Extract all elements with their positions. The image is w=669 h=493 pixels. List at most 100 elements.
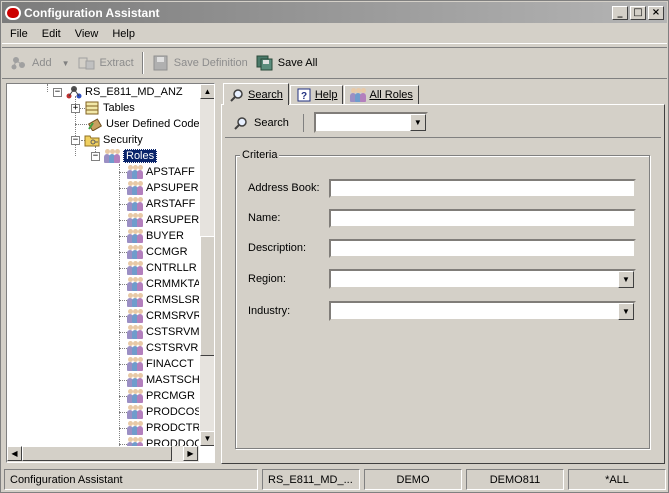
search-button[interactable]: Search <box>229 113 304 132</box>
tree-node-role[interactable]: CSTSRVMGR <box>127 324 199 340</box>
collapse-icon[interactable]: − <box>53 87 62 97</box>
tree-node-role[interactable]: ARSTAFF <box>127 196 195 212</box>
save-all-label: Save All <box>277 57 318 69</box>
tree-line <box>119 164 120 446</box>
tree-label-role: CNTRLLR <box>146 262 197 274</box>
navigation-tree[interactable]: − RS_E811_MD_ANZ + Tables User Defined C… <box>7 84 199 446</box>
tree-horizontal-scrollbar[interactable]: ◀ ▶ <box>7 446 199 462</box>
save-all-button[interactable]: Save All <box>256 55 318 71</box>
extract-button[interactable]: Extract <box>78 55 134 71</box>
tree-node-role[interactable]: APSUPER <box>127 180 199 196</box>
tree-label-role: BUYER <box>146 230 184 242</box>
chevron-down-icon[interactable]: ▼ <box>62 59 70 68</box>
tree-vertical-scrollbar[interactable]: ▲ ▼ <box>200 84 214 446</box>
industry-dropdown[interactable]: ▼ <box>329 301 636 321</box>
tree-node-role[interactable]: CCMGR <box>127 244 188 260</box>
chevron-down-icon[interactable]: ▼ <box>618 303 634 320</box>
tree-label-role: PRODCOST <box>146 406 199 418</box>
tree-node-role[interactable]: ARSUPER <box>127 212 199 228</box>
tab-search[interactable]: Search <box>223 83 289 105</box>
tree-line <box>119 412 127 413</box>
menu-edit[interactable]: Edit <box>34 28 67 40</box>
search-icon <box>233 116 249 130</box>
tab-all-roles[interactable]: All Roles <box>344 85 419 105</box>
window-title: Configuration Assistant <box>24 5 160 20</box>
description-label: Description: <box>248 242 307 254</box>
region-dropdown[interactable]: ▼ <box>329 269 636 289</box>
tree-node-role[interactable]: CRMSLSREP <box>127 292 199 308</box>
tree-node-role[interactable]: MASTSCHED <box>127 372 199 388</box>
role-icon <box>127 373 143 387</box>
tree-node-role[interactable]: CNTRLLR <box>127 260 197 276</box>
tab-search-label: Search <box>248 88 283 101</box>
tree-label-role: CRMMKTADM <box>146 278 199 290</box>
tab-strip: Search ? Help All Roles <box>223 83 420 105</box>
tree-node-role[interactable]: CRMSRVREP <box>127 308 199 324</box>
menu-help[interactable]: Help <box>104 28 141 40</box>
navigation-tree-panel: − RS_E811_MD_ANZ + Tables User Defined C… <box>6 83 215 463</box>
scroll-up-button[interactable]: ▲ <box>200 84 214 99</box>
name-field[interactable] <box>329 208 636 228</box>
menu-view[interactable]: View <box>67 28 105 40</box>
extract-label: Extract <box>99 57 134 69</box>
role-icon <box>127 405 143 419</box>
tree-label-role: CSTSRVMGR <box>146 326 199 338</box>
tree-node-role[interactable]: PRODDOC <box>127 436 199 446</box>
add-button[interactable]: Add ▼ <box>10 55 70 71</box>
tree-line <box>119 332 127 333</box>
search-tab-panel: Search ▼ Criteria Address Book: Name: De… <box>221 104 665 464</box>
description-field[interactable] <box>329 238 636 258</box>
tree-node-role[interactable]: PRODCOST <box>127 404 199 420</box>
collapse-icon[interactable]: − <box>91 151 100 161</box>
close-button[interactable]: × <box>648 5 664 20</box>
chevron-down-icon[interactable]: ▼ <box>409 114 426 131</box>
status-app: Configuration Assistant <box>4 469 258 490</box>
role-icon <box>127 389 143 403</box>
menu-file[interactable]: File <box>2 28 34 40</box>
save-definition-button[interactable]: Save Definition <box>152 55 248 71</box>
svg-text:?: ? <box>301 91 307 102</box>
description-row: Description: <box>248 238 638 258</box>
scroll-down-button[interactable]: ▼ <box>200 431 214 446</box>
chevron-down-icon[interactable]: ▼ <box>618 271 634 288</box>
collapse-icon[interactable]: − <box>71 135 80 145</box>
tree-node-role[interactable]: PRODCTRL <box>127 420 199 436</box>
tree-line <box>75 124 87 125</box>
tree-line <box>119 252 127 253</box>
expand-icon[interactable]: + <box>71 103 80 113</box>
save-all-icon <box>256 55 274 71</box>
add-icon <box>10 55 28 71</box>
tree-node-role[interactable]: CSTSRVREP <box>127 340 199 356</box>
tree-label-role: CRMSRVREP <box>146 310 199 322</box>
scroll-left-button[interactable]: ◀ <box>7 446 22 461</box>
tree-node-roles[interactable]: − Roles <box>91 148 158 164</box>
tree-label-role: PRCMGR <box>146 390 195 402</box>
tree-node-security[interactable]: − Security <box>71 132 143 148</box>
tree-node-role[interactable]: APSTAFF <box>127 164 195 180</box>
maximize-button[interactable]: □ <box>630 5 646 20</box>
search-type-combo[interactable]: ▼ <box>313 112 428 133</box>
tree-label-role: ARSTAFF <box>146 198 196 210</box>
role-icon <box>127 357 143 371</box>
address-book-label: Address Book: <box>248 182 320 194</box>
tree-node-role[interactable]: FINACCT <box>127 356 194 372</box>
scroll-thumb-horizontal[interactable] <box>22 446 172 461</box>
tree-label-role: ARSUPER <box>146 214 199 226</box>
main-window: Configuration Assistant _ □ × File Edit … <box>0 0 669 493</box>
tree-node-role[interactable]: BUYER <box>127 228 184 244</box>
address-book-field[interactable] <box>329 178 636 198</box>
tree-label-role: CSTSRVREP <box>146 342 199 354</box>
tree-node-root[interactable]: − RS_E811_MD_ANZ <box>53 84 183 100</box>
minimize-button[interactable]: _ <box>612 5 628 20</box>
scroll-right-button[interactable]: ▶ <box>183 446 198 461</box>
tree-node-role[interactable]: CRMMKTADM <box>127 276 199 292</box>
tree-node-role[interactable]: PRCMGR <box>127 388 195 404</box>
environment-icon <box>66 85 82 99</box>
tab-help[interactable]: ? Help <box>289 85 344 105</box>
tree-node-udc[interactable]: User Defined Codes <box>87 116 199 132</box>
tab-all-roles-label: All Roles <box>369 89 413 101</box>
tree-label-role: MASTSCHED <box>146 374 199 386</box>
tree-line <box>119 300 127 301</box>
scroll-thumb[interactable] <box>200 236 214 356</box>
tree-node-tables[interactable]: + Tables <box>71 100 135 116</box>
